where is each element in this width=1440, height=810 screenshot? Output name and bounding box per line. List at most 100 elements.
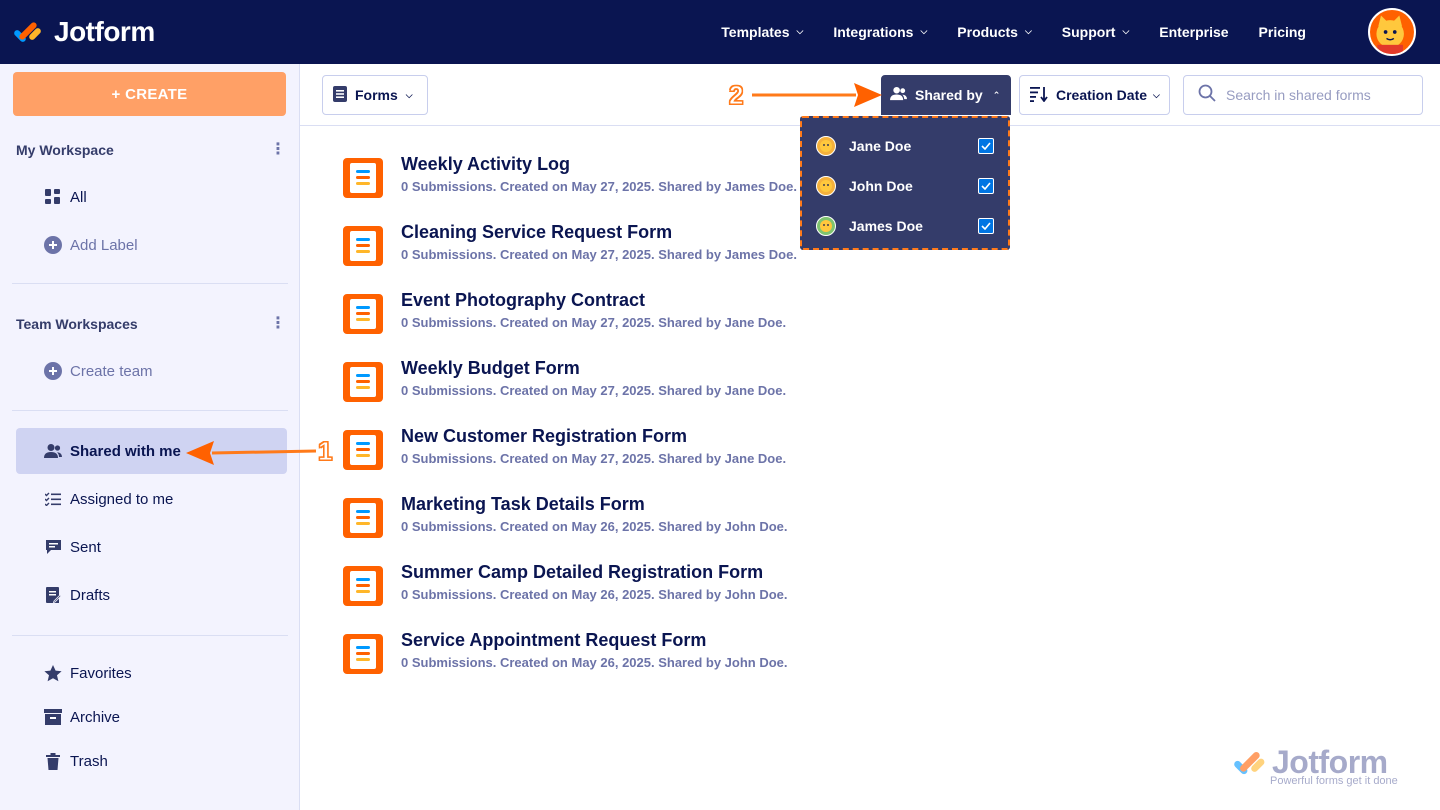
nav-pricing[interactable]: Pricing [1259, 24, 1306, 40]
chevron-down-icon: ⌵ [796, 25, 804, 36]
form-title[interactable]: Weekly Activity Log [401, 154, 570, 175]
chevron-down-icon: ⌵ [405, 89, 413, 100]
chevron-down-icon: ⌵ [1153, 89, 1160, 100]
sidebar-item-shared-with-me[interactable]: Shared with me [16, 428, 287, 474]
more-options-icon[interactable]: ⋮ [270, 142, 286, 158]
sort-by-dropdown[interactable]: Creation Date ⌵ [1019, 75, 1170, 115]
main-nav: Templates ⌵ Integrations ⌵ Products ⌵ Suppo… [691, 0, 1306, 64]
shared-by-label: Shared by [915, 87, 983, 103]
form-title[interactable]: Weekly Budget Form [401, 358, 580, 379]
my-workspace-header: My Workspace ⋮ [16, 142, 286, 159]
form-list-item[interactable]: Marketing Task Details Form 0 Submission… [343, 494, 943, 550]
sidebar-item-trash[interactable]: Trash [16, 739, 287, 783]
checkbox-checked-icon[interactable] [978, 138, 994, 154]
checkbox-checked-icon[interactable] [978, 178, 994, 194]
chevron-up-icon: ⌃ [992, 89, 1001, 100]
team-workspaces-header: Team Workspaces ⋮ [16, 316, 286, 333]
form-icon [343, 158, 383, 198]
form-icon [343, 430, 383, 470]
sort-icon [1030, 86, 1048, 105]
sidebar: + CREATE My Workspace ⋮ All Add Label Te… [0, 64, 300, 810]
chevron-down-icon: ⌵ [1024, 25, 1032, 36]
form-meta: 0 Submissions. Created on May 26, 2025. … [401, 587, 788, 602]
form-list-item[interactable]: New Customer Registration Form 0 Submiss… [343, 426, 943, 482]
sidebar-item-assigned-to-me[interactable]: Assigned to me [16, 477, 287, 521]
form-icon [343, 634, 383, 674]
form-title[interactable]: Marketing Task Details Form [401, 494, 645, 515]
search-box [1183, 75, 1423, 115]
form-list-item[interactable]: Event Photography Contract 0 Submissions… [343, 290, 943, 346]
sidebar-item-label: Sent [70, 538, 101, 556]
sidebar-item-label: Drafts [70, 586, 111, 604]
section-title: My Workspace [16, 142, 114, 158]
section-title: Team Workspaces [16, 316, 138, 332]
form-list-item[interactable]: Weekly Activity Log 0 Submissions. Creat… [343, 154, 943, 210]
create-button[interactable]: + CREATE [13, 72, 286, 116]
nav-templates[interactable]: Templates ⌵ [721, 24, 803, 40]
sidebar-item-label: Shared with me [70, 442, 181, 460]
form-title[interactable]: Event Photography Contract [401, 290, 645, 311]
avatar-cat-icon [1376, 15, 1404, 54]
shared-by-filter-button[interactable]: Shared by ⌃ [881, 75, 1011, 115]
users-icon [890, 86, 907, 104]
form-icon [343, 226, 383, 266]
sidebar-divider [12, 410, 288, 411]
jotform-watermark: Jotform Powerful forms get it done [1234, 744, 1414, 794]
sidebar-item-archive[interactable]: Archive [16, 695, 287, 739]
form-icon [343, 294, 383, 334]
jotform-logo-icon [1234, 752, 1265, 775]
sidebar-item-label: Trash [70, 752, 108, 770]
chevron-down-icon: ⌵ [920, 25, 928, 36]
form-meta: 0 Submissions. Created on May 27, 2025. … [401, 179, 797, 194]
jotform-logo-icon [14, 22, 41, 44]
sidebar-item-label: All [70, 188, 87, 206]
form-icon [343, 566, 383, 606]
sidebar-item-favorites[interactable]: Favorites [16, 651, 287, 695]
sidebar-divider [12, 635, 288, 636]
form-meta: 0 Submissions. Created on May 26, 2025. … [401, 655, 788, 670]
forms-type-dropdown[interactable]: Forms ⌵ [322, 75, 428, 115]
user-avatar[interactable] [1368, 8, 1416, 56]
sidebar-item-create-team[interactable]: Create team [16, 349, 287, 393]
sidebar-item-label: Favorites [70, 664, 132, 682]
form-meta: 0 Submissions. Created on May 27, 2025. … [401, 383, 787, 398]
form-title[interactable]: Summer Camp Detailed Registration Form [401, 562, 763, 583]
jotform-logo[interactable]: Jotform [14, 14, 155, 50]
watermark-tagline: Powerful forms get it done [1270, 775, 1398, 787]
form-meta: 0 Submissions. Created on May 27, 2025. … [401, 247, 797, 262]
nav-integrations[interactable]: Integrations ⌵ [833, 24, 927, 40]
nav-support[interactable]: Support ⌵ [1062, 24, 1129, 40]
trash-icon [44, 752, 62, 770]
sidebar-item-label: Assigned to me [70, 490, 174, 508]
sidebar-divider [12, 283, 288, 284]
user-avatar-icon [816, 136, 836, 156]
option-name: Jane Doe [849, 138, 912, 154]
form-title[interactable]: Cleaning Service Request Form [401, 222, 672, 243]
form-list-icon [333, 85, 347, 105]
chevron-down-icon: ⌵ [1122, 25, 1130, 36]
top-navigation-bar: Jotform Templates ⌵ Integrations ⌵ Product… [0, 0, 1440, 64]
nav-label: Enterprise [1159, 24, 1229, 40]
more-options-icon[interactable]: ⋮ [270, 316, 286, 332]
search-icon [1198, 84, 1216, 107]
nav-enterprise[interactable]: Enterprise [1159, 24, 1228, 40]
nav-label: Integrations [833, 24, 914, 40]
form-list-item[interactable]: Weekly Budget Form 0 Submissions. Create… [343, 358, 943, 414]
form-list-item[interactable]: Service Appointment Request Form 0 Submi… [343, 630, 943, 686]
annotation-step-2: 2 [728, 80, 744, 111]
sidebar-item-add-label[interactable]: Add Label [16, 223, 287, 267]
nav-label: Pricing [1258, 24, 1306, 40]
form-icon [343, 362, 383, 402]
nav-label: Support [1061, 24, 1116, 40]
forms-dropdown-label: Forms [355, 87, 398, 103]
sidebar-item-drafts[interactable]: Drafts [16, 573, 287, 617]
sidebar-item-all[interactable]: All [16, 175, 287, 219]
form-list-item[interactable]: Cleaning Service Request Form 0 Submissi… [343, 222, 943, 278]
checkbox-checked-icon[interactable] [978, 218, 994, 234]
nav-products[interactable]: Products ⌵ [957, 24, 1032, 40]
search-input[interactable] [1226, 87, 1416, 103]
form-list-item[interactable]: Summer Camp Detailed Registration Form 0… [343, 562, 943, 618]
form-title[interactable]: Service Appointment Request Form [401, 630, 706, 651]
sidebar-item-sent[interactable]: Sent [16, 525, 287, 569]
form-title[interactable]: New Customer Registration Form [401, 426, 687, 447]
